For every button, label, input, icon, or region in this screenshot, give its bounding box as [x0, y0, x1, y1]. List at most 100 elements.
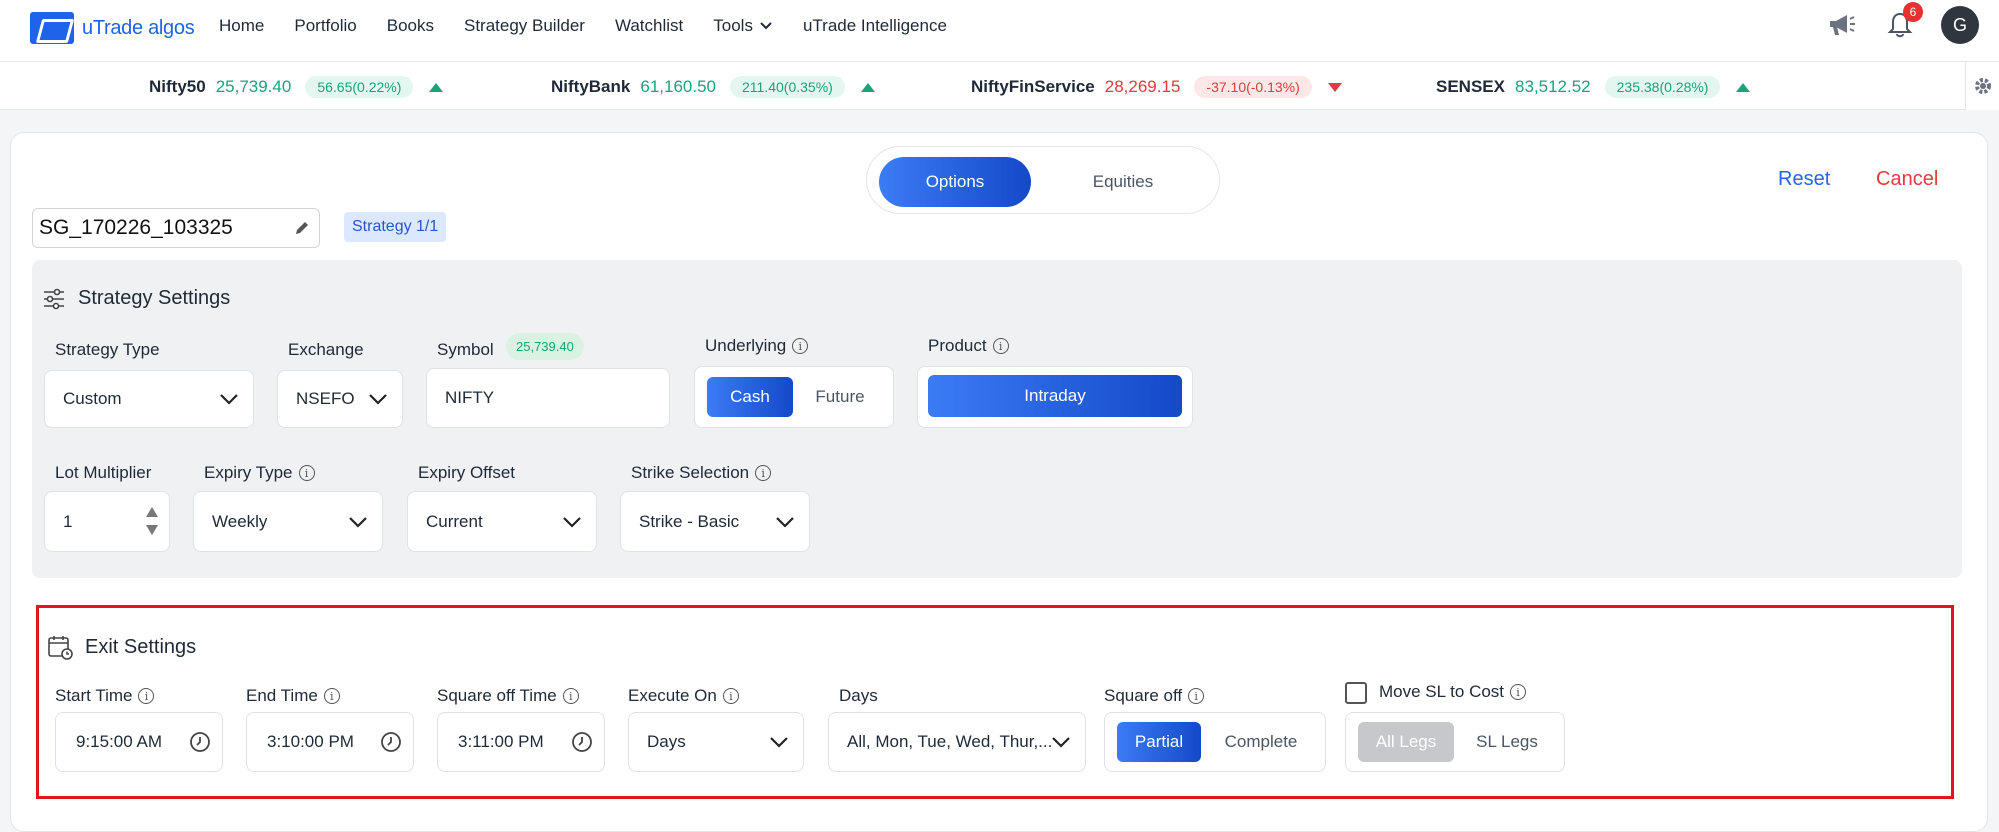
pencil-icon[interactable] — [293, 219, 311, 237]
end-time-label-text: End Time — [246, 686, 318, 705]
stepper-arrows-icon[interactable] — [145, 504, 159, 538]
underlying-toggle: Cash Future — [694, 366, 894, 428]
ticker-price: 83,512.52 — [1514, 77, 1591, 96]
underlying-future-option[interactable]: Future — [795, 377, 885, 417]
logo-icon — [30, 12, 74, 44]
megaphone-icon — [1830, 15, 1855, 35]
nav-home[interactable]: Home — [219, 16, 264, 36]
ticker-price: 25,739.40 — [215, 77, 292, 96]
info-icon[interactable]: i — [992, 338, 1009, 354]
info-icon[interactable]: i — [562, 688, 579, 704]
lot-multiplier-label: Lot Multiplier — [55, 463, 152, 482]
info-icon[interactable]: i — [792, 338, 809, 354]
strategy-type-value: Custom — [63, 389, 122, 408]
chevron-down-icon — [770, 737, 788, 748]
clock-icon[interactable] — [188, 730, 212, 754]
expiry-type-select[interactable]: Weekly — [193, 491, 383, 552]
ticker-change: 211.40(0.35%) — [730, 76, 845, 98]
brand-logo[interactable]: uTrade algos — [30, 12, 195, 44]
info-icon[interactable]: i — [1188, 688, 1205, 704]
ticker-change: 56.65(0.22%) — [305, 76, 414, 98]
nav-books[interactable]: Books — [387, 16, 434, 36]
underlying-cash-option[interactable]: Cash — [707, 377, 793, 417]
announcement-button[interactable] — [1825, 8, 1859, 42]
main-nav: Home Portfolio Books Strategy Builder Wa… — [219, 0, 947, 52]
square-off-toggle: Partial Complete — [1104, 712, 1326, 772]
ticker-name: NiftyBank — [551, 77, 631, 96]
strategy-count-tag: Strategy 1/1 — [344, 212, 447, 242]
lot-multiplier-stepper[interactable]: 1 — [44, 491, 170, 552]
symbol-input[interactable]: NIFTY — [426, 368, 670, 428]
move-sl-label: Move SL to Cost i — [1379, 682, 1527, 702]
chevron-down-icon — [349, 516, 367, 528]
exchange-label: Exchange — [288, 340, 364, 359]
days-label: Days — [839, 686, 878, 705]
nav-utrade-intelligence[interactable]: uTrade Intelligence — [803, 16, 947, 36]
instrument-segment-toggle: Options Equities — [866, 146, 1220, 214]
execute-on-select[interactable]: Days — [628, 712, 804, 772]
nav-watchlist[interactable]: Watchlist — [615, 16, 683, 36]
strike-selection-label: Strike Selection i — [631, 463, 772, 483]
ticker-item[interactable]: NiftyFinService 28,269.15 -37.10(-0.13%) — [971, 76, 1342, 98]
nav-portfolio[interactable]: Portfolio — [294, 16, 356, 36]
ticker-item[interactable]: Nifty50 25,739.40 56.65(0.22%) — [149, 76, 444, 98]
info-icon[interactable]: i — [722, 688, 739, 704]
start-time-picker[interactable]: 9:15:00 AM — [55, 712, 223, 772]
square-off-label-text: Square off — [1104, 686, 1183, 705]
notification-badge: 6 — [1903, 2, 1923, 22]
sl-legs-option[interactable]: SL Legs — [1458, 722, 1556, 762]
product-toggle: Intraday — [917, 366, 1193, 428]
product-intraday-option[interactable]: Intraday — [928, 375, 1182, 417]
info-icon[interactable]: i — [1510, 684, 1527, 700]
info-icon[interactable]: i — [323, 688, 340, 704]
square-off-time-picker[interactable]: 3:11:00 PM — [437, 712, 605, 772]
arrow-up-icon — [1736, 82, 1751, 92]
move-sl-label-text: Move SL to Cost — [1379, 682, 1505, 701]
lot-multiplier-value: 1 — [63, 511, 73, 531]
top-navbar: uTrade algos Home Portfolio Books Strate… — [0, 0, 1999, 62]
info-icon[interactable]: i — [755, 465, 772, 481]
gear-icon — [1974, 78, 1991, 94]
exit-settings-title: Exit Settings — [85, 635, 197, 658]
reset-button[interactable]: Reset — [1778, 168, 1830, 191]
ticker-item[interactable]: NiftyBank 61,160.50 211.40(0.35%) — [551, 76, 875, 98]
strategy-name-field[interactable]: SG_170226_103325 — [32, 208, 320, 248]
clock-icon[interactable] — [379, 730, 403, 754]
start-time-label: Start Time i — [55, 686, 155, 706]
ticker-settings-button[interactable] — [1965, 62, 1999, 110]
ticker-name: SENSEX — [1436, 77, 1505, 96]
ticker-change: -37.10(-0.13%) — [1194, 76, 1312, 98]
all-legs-option[interactable]: All Legs — [1358, 722, 1454, 762]
avatar[interactable]: G — [1941, 6, 1979, 44]
move-sl-checkbox[interactable] — [1345, 682, 1367, 704]
cancel-button[interactable]: Cancel — [1876, 168, 1938, 191]
strategy-type-select[interactable]: Custom — [44, 370, 254, 428]
brand-name: uTrade algos — [82, 16, 195, 39]
exchange-value: NSEFO — [296, 389, 355, 408]
chevron-down-icon — [1052, 737, 1070, 748]
expiry-offset-select[interactable]: Current — [407, 491, 597, 552]
nav-tools[interactable]: Tools — [713, 16, 773, 36]
strategy-settings-title: Strategy Settings — [78, 287, 231, 309]
info-icon[interactable]: i — [138, 688, 155, 704]
nav-strategy-builder[interactable]: Strategy Builder — [464, 16, 585, 36]
strategy-type-label: Strategy Type — [55, 340, 160, 359]
tab-options[interactable]: Options — [879, 157, 1031, 207]
move-sl-legs-toggle: All Legs SL Legs — [1345, 712, 1565, 772]
execute-on-value: Days — [647, 732, 686, 751]
square-off-complete-option[interactable]: Complete — [1205, 722, 1317, 762]
exchange-select[interactable]: NSEFO — [277, 370, 403, 428]
exit-settings-header: Exit Settings — [47, 634, 196, 660]
ticker-item[interactable]: SENSEX 83,512.52 235.38(0.28%) — [1436, 76, 1751, 98]
info-icon[interactable]: i — [298, 465, 315, 481]
strike-selection-select[interactable]: Strike - Basic — [620, 491, 810, 552]
product-label: Product i — [928, 336, 1009, 356]
notifications-button[interactable]: 6 — [1883, 2, 1923, 42]
end-time-picker[interactable]: 3:10:00 PM — [246, 712, 414, 772]
end-time-value: 3:10:00 PM — [267, 732, 354, 751]
clock-icon[interactable] — [570, 730, 594, 754]
tab-equities[interactable]: Equities — [1047, 157, 1199, 207]
days-select[interactable]: All, Mon, Tue, Wed, Thur,... — [828, 712, 1086, 772]
square-off-partial-option[interactable]: Partial — [1117, 722, 1201, 762]
underlying-label-text: Underlying — [705, 336, 787, 355]
